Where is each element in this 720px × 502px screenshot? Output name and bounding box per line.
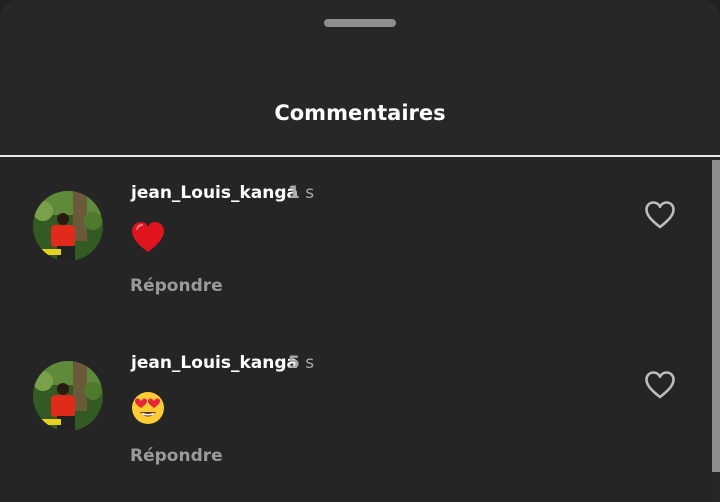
reply-button[interactable]: Répondre (130, 446, 223, 466)
timestamp-value: 5 (288, 353, 300, 373)
heart-outline-icon[interactable] (644, 370, 676, 400)
scrollbar[interactable] (712, 160, 720, 472)
drag-handle[interactable] (324, 19, 396, 27)
timestamp-unit: s (305, 353, 315, 373)
heart-eyes-emoji-icon (132, 392, 164, 424)
sheet-title: Commentaires (274, 101, 446, 125)
comment-timestamp: 1 s (288, 183, 314, 203)
avatar[interactable] (33, 191, 103, 261)
avatar[interactable] (33, 361, 103, 431)
comment-username[interactable]: jean_Louis_kanga (131, 183, 298, 203)
comment-item: jean_Louis_kanga 1 s Répondre (0, 158, 712, 308)
header-divider (0, 155, 720, 157)
comment-timestamp: 5 s (288, 353, 314, 373)
comment-item: jean_Louis_kanga 5 s Répondre (0, 328, 712, 478)
comment-username[interactable]: jean_Louis_kanga (131, 353, 298, 373)
comment-list[interactable]: jean_Louis_kanga 1 s Répondre jean_Louis… (0, 158, 712, 502)
reply-button[interactable]: Répondre (130, 276, 223, 296)
comments-sheet: Commentaires jean_Louis_kanga 1 s Répond… (0, 0, 720, 502)
timestamp-value: 1 (288, 183, 300, 203)
red-heart-emoji-icon (132, 222, 164, 252)
heart-outline-icon[interactable] (644, 200, 676, 230)
timestamp-unit: s (305, 183, 315, 203)
